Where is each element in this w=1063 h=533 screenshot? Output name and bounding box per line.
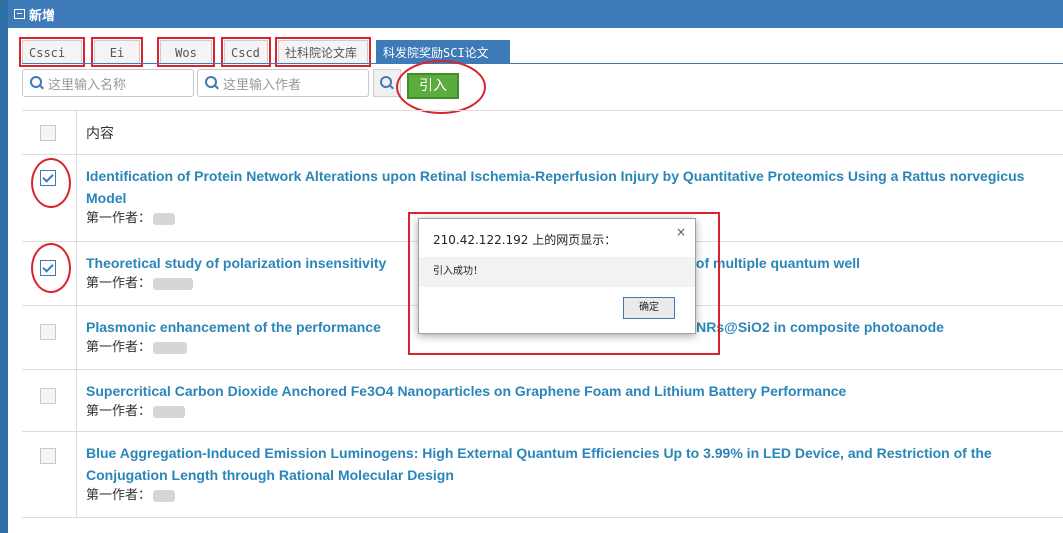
author-label: 第一作者： [86, 276, 152, 291]
author-label: 第一作者： [86, 488, 152, 503]
first-author: 第一作者： [86, 402, 1063, 422]
tab-wos[interactable]: Wos [157, 37, 215, 67]
search-icon [30, 76, 44, 90]
author-label: 第一作者： [86, 340, 152, 355]
redacted-author [153, 278, 194, 290]
select-all-checkbox[interactable] [40, 125, 56, 141]
checkbox-cell [22, 432, 77, 517]
redacted-author [153, 406, 186, 418]
window-titlebar: 新增 [8, 0, 1063, 28]
name-search-placeholder: 这里输入名称 [48, 77, 127, 93]
table-header-row: 内容 [22, 111, 1063, 155]
search-icon [380, 76, 394, 90]
redacted-author [153, 213, 176, 225]
redacted-author [153, 490, 176, 502]
left-edge-bar [0, 0, 8, 533]
annotation-box [408, 212, 720, 355]
name-search-input[interactable]: 这里输入名称 [22, 69, 194, 97]
window-title: 新增 [29, 8, 56, 24]
table-row[interactable]: Blue Aggregation-Induced Emission Lumino… [22, 432, 1063, 518]
row-checkbox[interactable] [40, 388, 56, 404]
window-icon [14, 9, 25, 19]
tab-underline [22, 63, 1063, 64]
tab-label: 科发院奖励SCI论文 [383, 46, 489, 60]
author-search-input[interactable]: 这里输入作者 [197, 69, 369, 97]
first-author: 第一作者： [86, 486, 993, 506]
checkbox-cell [22, 306, 77, 369]
checkbox-cell [22, 111, 77, 154]
annotation-ellipse [31, 158, 71, 208]
checkbox-cell [22, 370, 77, 431]
row-checkbox[interactable] [40, 448, 56, 464]
tab-cssci[interactable]: Cssci [19, 37, 85, 67]
tab-shekeyuan[interactable]: 社科院论文库 [275, 37, 371, 67]
author-label: 第一作者： [86, 404, 152, 419]
redacted-author [153, 342, 188, 354]
paper-title-link[interactable]: Supercritical Carbon Dioxide Anchored Fe… [86, 380, 1063, 402]
annotation-ellipse [31, 243, 71, 293]
tab-cscd[interactable]: Cscd [221, 37, 271, 67]
paper-title-link[interactable]: Blue Aggregation-Induced Emission Lumino… [86, 442, 993, 486]
tab-ei[interactable]: Ei [91, 37, 143, 67]
author-search-placeholder: 这里输入作者 [223, 77, 302, 93]
annotation-ellipse [396, 60, 486, 114]
column-header-content: 内容 [86, 126, 114, 142]
row-checkbox[interactable] [40, 324, 56, 340]
table-row[interactable]: Supercritical Carbon Dioxide Anchored Fe… [22, 370, 1063, 432]
search-icon [205, 76, 219, 90]
author-label: 第一作者： [86, 211, 152, 226]
paper-title-link[interactable]: Identification of Protein Network Altera… [86, 165, 1057, 209]
